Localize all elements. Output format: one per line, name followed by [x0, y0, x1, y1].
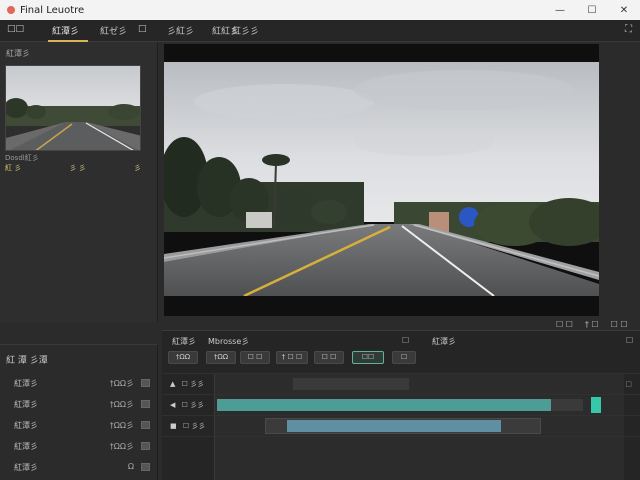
title-bar: Final Leuotre — ☐ ✕	[0, 0, 640, 20]
toolbar-button-1[interactable]: †ΩΩ	[168, 351, 198, 364]
media-clip-meta: 紅 彡 彡 彡 彡	[5, 163, 141, 173]
timeline-clip[interactable]	[293, 378, 409, 390]
track-header: ▲ ☐ 彡彡	[170, 379, 204, 389]
inspector-row-checkbox[interactable]	[141, 442, 150, 450]
inspector-row-value[interactable]: †ΩΩ彡	[110, 441, 134, 452]
track-type-icon: ■	[170, 422, 177, 430]
track-type-icon: ▲	[170, 380, 176, 388]
track-lane[interactable]	[214, 437, 624, 480]
inspector-row-label: 紅潭彡	[14, 463, 38, 472]
inspector-row: 紅潭彡 †ΩΩ彡	[14, 420, 152, 432]
toolbar-button-5[interactable]: ☐ ☐	[314, 351, 344, 364]
viewer-control-2[interactable]: † ☐	[585, 320, 599, 329]
fullscreen-icon[interactable]: ⛶	[625, 24, 632, 35]
menu-bar: □□ 紅潭彡 紅ゼ彡 □ 彡紅彡 紅紅彡 紅彡彡 ⛶	[0, 20, 640, 42]
viewer-control-1[interactable]: ☐ ☐	[556, 320, 573, 329]
inspector-panel: 紅 潭 彡潭 紅潭彡 †ΩΩ彡 紅潭彡 †ΩΩ彡 紅潭彡 †ΩΩ彡 紅潭彡 †Ω…	[0, 344, 158, 480]
timeline-tab-icon-1[interactable]: ☐	[402, 336, 409, 345]
inspector-row: 紅潭彡 †ΩΩ彡	[14, 378, 152, 390]
track-lane[interactable]	[214, 374, 624, 394]
inspector-row-checkbox[interactable]	[141, 400, 150, 408]
track-header: ◀ ☐ 彡彡	[170, 400, 204, 410]
clip-meta-right: 彡	[134, 164, 141, 172]
timeline-clip[interactable]	[287, 420, 501, 432]
toolbar-button-2[interactable]: †ΩΩ	[206, 351, 236, 364]
inspector-row: 紅潭彡 †ΩΩ彡	[14, 441, 152, 453]
timeline-tab-3[interactable]: 紅潭彡	[432, 336, 456, 347]
window-controls: — ☐ ✕	[544, 5, 640, 16]
minimize-button[interactable]: —	[544, 5, 576, 16]
timeline-tab-icon-2[interactable]: ☐	[626, 336, 633, 345]
app-logo-icon	[7, 6, 15, 14]
track-lane[interactable]	[214, 395, 624, 415]
inspector-row-value[interactable]: †ΩΩ彡	[110, 378, 134, 389]
timeline-tab-2[interactable]: Mbrosse彡	[208, 336, 249, 347]
media-browser-panel: 紅潭彡 Dosdl紅彡 紅 彡 彡 彡 彡	[0, 42, 158, 322]
track-scroll-icon[interactable]: □	[625, 380, 632, 388]
menu-item-1[interactable]: □□	[7, 24, 24, 34]
track-type-icon: ◀	[170, 401, 176, 409]
playhead-marker[interactable]	[591, 397, 601, 413]
toolbar-button-6[interactable]: ☐☐	[352, 351, 384, 364]
track-header: ■ ☐ 彡彡	[170, 421, 205, 431]
menu-item-2[interactable]: 紅ゼ彡	[100, 24, 127, 37]
timeline-track: ◀ ☐ 彡彡	[162, 394, 640, 415]
inspector-row: 紅潭彡 Ω	[14, 462, 152, 474]
toolbar-button-4[interactable]: † ☐ ☐	[276, 351, 308, 364]
timeline-panel: 紅潭彡 Mbrosse彡 ☐ 紅潭彡 ☐ †ΩΩ †ΩΩ ☐ ☐ † ☐ ☐ ☐…	[162, 330, 640, 480]
video-frame	[164, 62, 599, 296]
track-name: ☐ 彡彡	[181, 401, 205, 409]
inspector-row-checkbox[interactable]	[141, 463, 150, 471]
thumbnail-image	[6, 66, 140, 150]
inspector-row-checkbox[interactable]	[141, 421, 150, 429]
media-panel-header: 紅潭彡	[6, 49, 30, 58]
timeline-clip[interactable]	[551, 399, 583, 411]
video-editor-window: Final Leuotre — ☐ ✕ □□ 紅潭彡 紅ゼ彡 □ 彡紅彡 紅紅彡…	[0, 0, 640, 480]
inspector-row-value[interactable]: †ΩΩ彡	[110, 420, 134, 431]
menu-item-edit[interactable]: 紅潭彡	[52, 24, 79, 37]
inspector-row-value[interactable]: †ΩΩ彡	[110, 399, 134, 410]
inspector-row-label: 紅潭彡	[14, 379, 38, 388]
timeline-clip[interactable]	[217, 399, 551, 411]
track-lane[interactable]	[214, 416, 624, 436]
inspector-row-label: 紅潭彡	[14, 421, 38, 430]
timeline-track: ▲ ☐ 彡彡 □	[162, 373, 640, 394]
close-button[interactable]: ✕	[608, 5, 640, 16]
media-clip-thumbnail[interactable]	[5, 65, 141, 151]
timeline-tab-1[interactable]: 紅潭彡	[172, 336, 196, 347]
clip-meta-mid: 彡 彡	[69, 164, 86, 172]
toolbar-button-3[interactable]: ☐ ☐	[240, 351, 270, 364]
menu-item-3[interactable]: □	[138, 24, 147, 34]
timeline-track-empty	[162, 436, 640, 480]
inspector-row-value[interactable]: Ω	[128, 462, 134, 471]
timeline-track: ■ ☐ 彡彡	[162, 415, 640, 436]
inspector-row-label: 紅潭彡	[14, 442, 38, 451]
video-viewer[interactable]	[164, 44, 599, 316]
viewer-control-3[interactable]: ☐ ☐	[611, 320, 628, 329]
inspector-row-label: 紅潭彡	[14, 400, 38, 409]
inspector-title: 紅 潭 彡潭	[6, 356, 48, 366]
inspector-row: 紅潭彡 †ΩΩ彡	[14, 399, 152, 411]
viewer-controls: ☐ ☐ † ☐ ☐ ☐	[556, 320, 628, 329]
window-title: Final Leuotre	[20, 4, 85, 16]
track-name: ☐ 彡彡	[182, 422, 206, 430]
clip-meta-left: 紅 彡	[5, 164, 22, 172]
toolbar-button-7[interactable]: ☐	[392, 351, 416, 364]
track-name: ☐ 彡彡	[181, 380, 205, 388]
menu-item-4[interactable]: 彡紅彡	[167, 24, 194, 37]
timeline-toolbar: †ΩΩ †ΩΩ ☐ ☐ † ☐ ☐ ☐ ☐ ☐☐ ☐	[162, 349, 640, 367]
maximize-button[interactable]: ☐	[576, 5, 608, 16]
menu-item-6[interactable]: 紅彡彡	[232, 24, 259, 37]
media-clip-name: Dosdl紅彡	[5, 154, 39, 162]
inspector-row-checkbox[interactable]	[141, 379, 150, 387]
